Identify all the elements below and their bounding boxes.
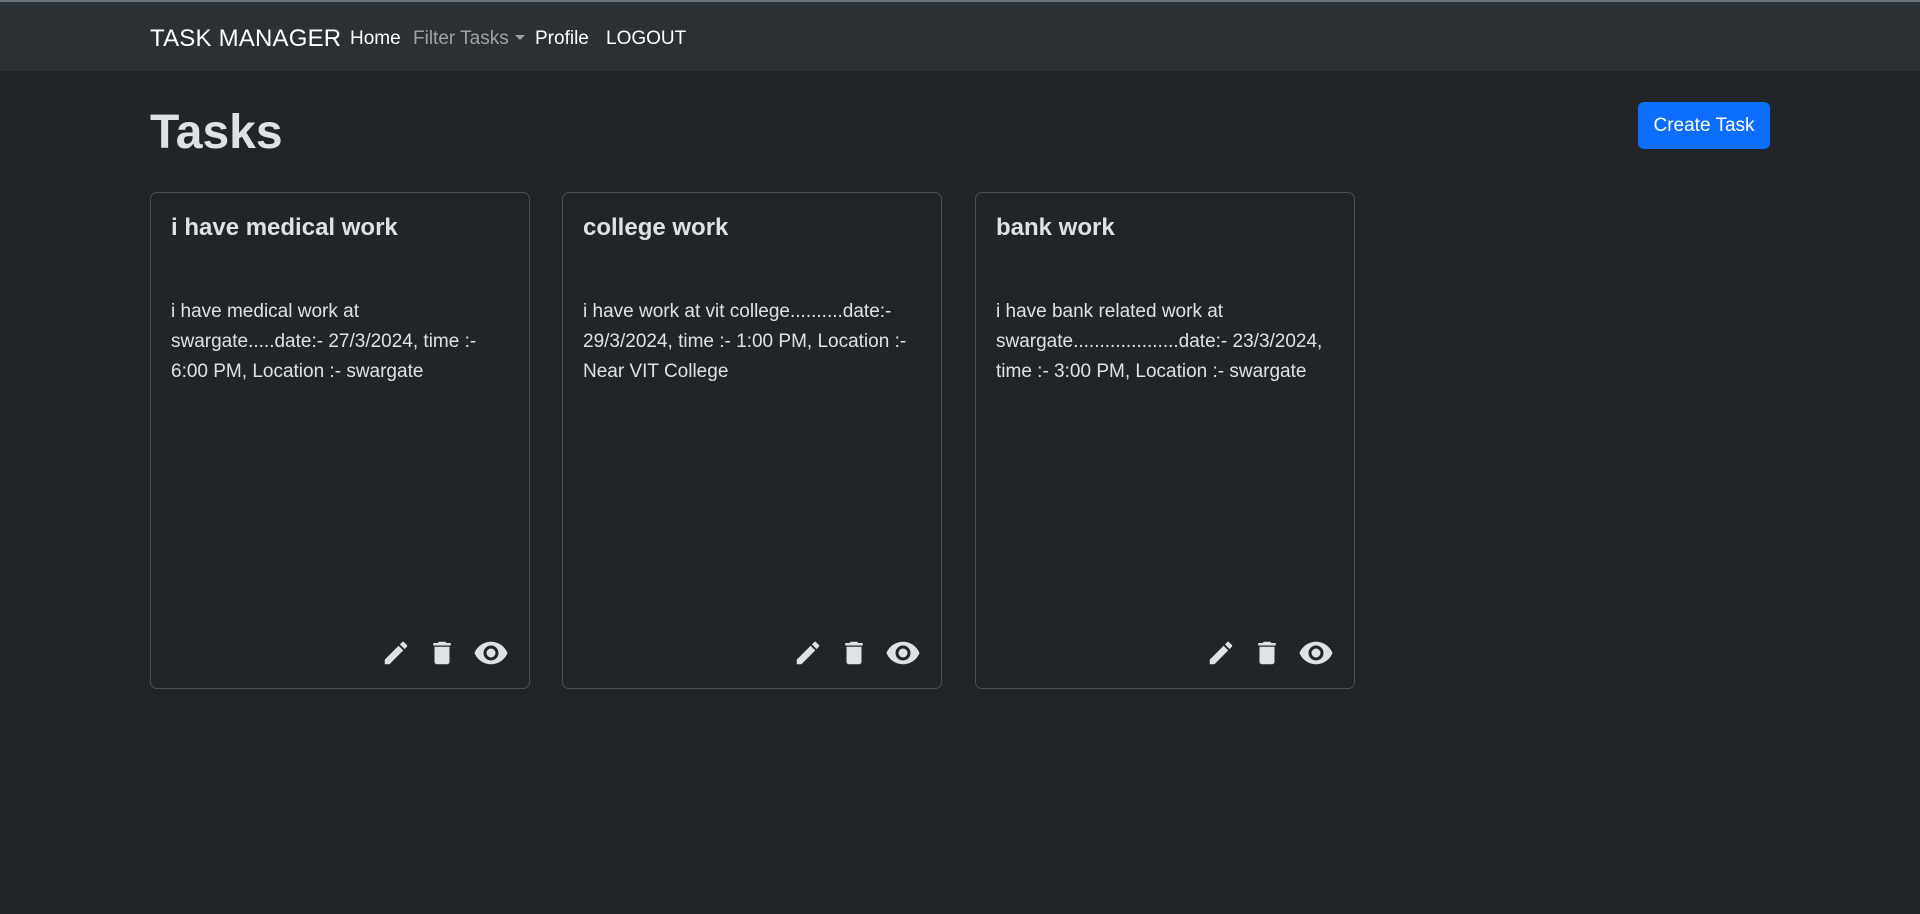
task-card-title: bank work [996,214,1115,241]
nav-profile-link[interactable]: Profile [535,27,589,51]
eye-icon[interactable] [1298,638,1334,668]
pencil-icon[interactable] [1206,638,1236,668]
pencil-icon[interactable] [381,638,411,668]
task-card: bank work i have bank related work at sw… [975,192,1355,689]
task-card: college work i have work at vit college.… [562,192,942,689]
nav-logout-link[interactable]: LOGOUT [606,27,686,51]
nav-filter-tasks-label: Filter Tasks [413,28,509,49]
task-card-actions [793,637,921,669]
eye-icon[interactable] [473,638,509,668]
task-card-title: college work [583,214,729,241]
navbar: TASK MANAGER Home Filter Tasks Profile L… [0,2,1920,71]
trash-icon[interactable] [839,638,869,668]
task-card-actions [1206,637,1334,669]
task-card-title: i have medical work [171,214,398,241]
task-card-description: i have medical work at swargate.....date… [171,301,477,382]
task-card-description: i have work at vit college..........date… [583,301,907,382]
caret-down-icon [514,35,525,40]
pencil-icon[interactable] [793,638,823,668]
navbar-brand[interactable]: TASK MANAGER [150,24,341,54]
trash-icon[interactable] [427,638,457,668]
eye-icon[interactable] [885,638,921,668]
create-task-button[interactable]: Create Task [1638,102,1770,149]
trash-icon[interactable] [1252,638,1282,668]
nav-filter-tasks-dropdown[interactable]: Filter Tasks [413,27,525,51]
page-title: Tasks [150,106,283,159]
task-card-actions [381,637,509,669]
task-card: i have medical work i have medical work … [150,192,530,689]
nav-home-link[interactable]: Home [350,27,401,51]
task-card-description: i have bank related work at swargate....… [996,301,1323,382]
